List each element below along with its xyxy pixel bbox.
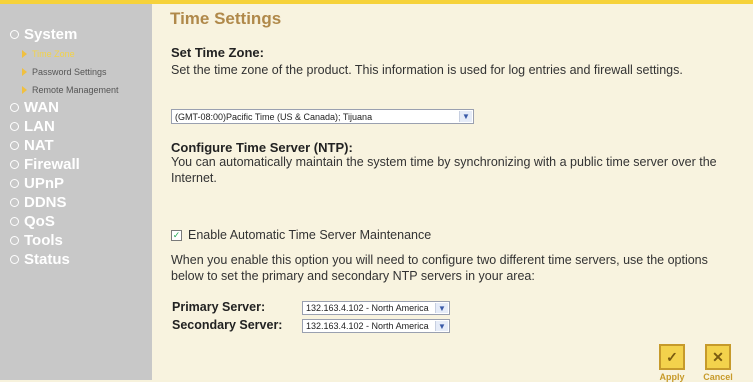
sidebar-item-qos[interactable]: QoS xyxy=(10,213,55,230)
chevron-down-icon: ▼ xyxy=(435,321,448,331)
arrow-right-icon xyxy=(22,50,27,58)
sidebar-item-status[interactable]: Status xyxy=(10,251,70,268)
timezone-select[interactable]: (GMT-08:00)Pacific Time (US & Canada); T… xyxy=(171,109,474,124)
checkmark-icon: ✓ xyxy=(659,344,685,370)
chevron-down-icon: ▼ xyxy=(435,303,448,313)
sidebar-item-label: NAT xyxy=(24,137,54,154)
bullet-icon xyxy=(10,103,19,112)
sidebar-item-lan[interactable]: LAN xyxy=(10,118,55,135)
sidebar-item-label: DDNS xyxy=(24,194,67,211)
arrow-right-icon xyxy=(22,68,27,76)
timezone-description: Set the time zone of the product. This i… xyxy=(171,63,683,77)
bullet-icon xyxy=(10,236,19,245)
sidebar-item-wan[interactable]: WAN xyxy=(10,99,59,116)
ntp-description: You can automatically maintain the syste… xyxy=(171,155,717,185)
enable-ntp-checkbox[interactable]: ✓ xyxy=(171,230,182,241)
timezone-select-value: (GMT-08:00)Pacific Time (US & Canada); T… xyxy=(175,111,373,122)
primary-server-value: 132.163.4.102 - North America xyxy=(306,303,429,313)
sidebar-item-upnp[interactable]: UPnP xyxy=(10,175,64,192)
apply-label: Apply xyxy=(659,372,685,382)
bullet-icon xyxy=(10,30,19,39)
sidebar: System Time Zone Password Settings Remot… xyxy=(0,4,152,380)
sidebar-item-label: WAN xyxy=(24,99,59,116)
sidebar-item-firewall[interactable]: Firewall xyxy=(10,156,80,173)
sidebar-item-label: Tools xyxy=(24,232,63,249)
sidebar-item-label: QoS xyxy=(24,213,55,230)
subitem-time-zone[interactable]: Time Zone xyxy=(22,49,75,59)
secondary-server-select[interactable]: 132.163.4.102 - North America ▼ xyxy=(302,319,450,333)
main-content: Time Settings Set Time Zone: Set the tim… xyxy=(152,4,753,382)
bullet-icon xyxy=(10,217,19,226)
close-icon: ✕ xyxy=(705,344,731,370)
secondary-server-label: Secondary Server: xyxy=(172,318,283,332)
bullet-icon xyxy=(10,160,19,169)
ntp-help-text: When you enable this option you will nee… xyxy=(171,253,708,283)
sidebar-item-nat[interactable]: NAT xyxy=(10,137,54,154)
sidebar-item-label: Status xyxy=(24,251,70,268)
apply-button[interactable]: ✓ Apply xyxy=(654,344,690,382)
bullet-icon xyxy=(10,122,19,131)
sidebar-item-ddns[interactable]: DDNS xyxy=(10,194,67,211)
cancel-label: Cancel xyxy=(703,372,733,382)
ntp-heading: Configure Time Server (NTP): xyxy=(171,140,353,155)
chevron-down-icon: ▼ xyxy=(459,111,472,122)
sidebar-item-system[interactable]: System xyxy=(10,26,77,43)
timezone-heading: Set Time Zone: xyxy=(171,45,264,60)
subitem-label: Password Settings xyxy=(32,67,107,77)
sidebar-item-label: UPnP xyxy=(24,175,65,192)
subitem-password-settings[interactable]: Password Settings xyxy=(22,67,107,77)
primary-server-select[interactable]: 132.163.4.102 - North America ▼ xyxy=(302,301,450,315)
sidebar-item-tools[interactable]: Tools xyxy=(10,232,63,249)
cancel-button[interactable]: ✕ Cancel xyxy=(700,344,736,382)
subitem-label: Remote Management xyxy=(32,85,119,95)
sidebar-item-label: Firewall xyxy=(24,156,80,173)
primary-server-label: Primary Server: xyxy=(172,300,266,314)
bullet-icon xyxy=(10,255,19,264)
sidebar-item-label: LAN xyxy=(24,118,55,135)
arrow-right-icon xyxy=(22,86,27,94)
enable-ntp-label: Enable Automatic Time Server Maintenance xyxy=(188,228,432,242)
bullet-icon xyxy=(10,179,19,188)
subitem-label: Time Zone xyxy=(32,49,75,59)
bullet-icon xyxy=(10,141,19,150)
subitem-remote-management[interactable]: Remote Management xyxy=(22,85,119,95)
page-title: Time Settings xyxy=(170,9,282,28)
bullet-icon xyxy=(10,198,19,207)
secondary-server-value: 132.163.4.102 - North America xyxy=(306,321,429,331)
sidebar-item-label: System xyxy=(24,26,78,43)
